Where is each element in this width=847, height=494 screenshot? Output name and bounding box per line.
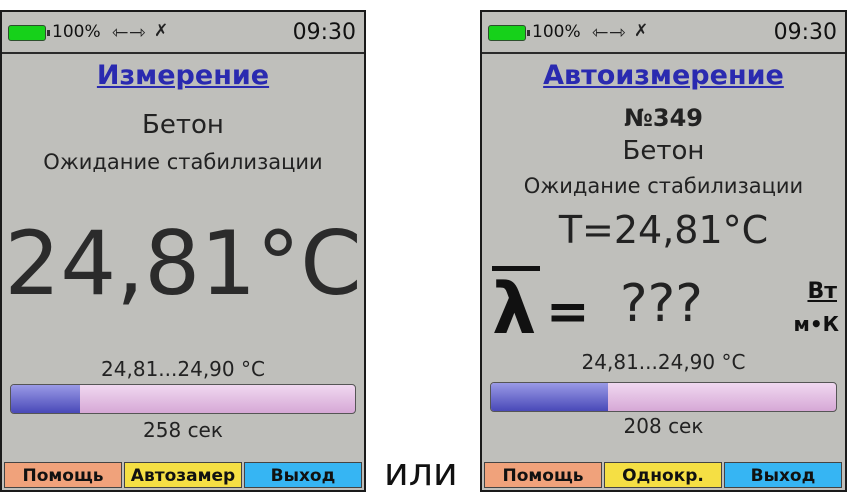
stabilization-progress: [10, 384, 356, 414]
stabilization-progress: [490, 382, 837, 412]
clock: 09:30: [773, 20, 837, 45]
temperature-readout: T=24,81°C: [558, 208, 769, 252]
antenna-icon: ✗: [154, 21, 169, 41]
status-text: Ожидание стабилизации: [523, 174, 804, 198]
conductivity-value: ???: [620, 274, 703, 334]
status-bar: 100% ⇽⇾ ✗ 09:30: [2, 12, 364, 54]
usb-icon: ⇽⇾: [592, 20, 626, 44]
progress-fill: [491, 383, 609, 411]
material-label: Бетон: [142, 110, 224, 140]
screen-title: Автоизмерение: [543, 60, 784, 91]
antenna-icon: ✗: [634, 21, 649, 41]
exit-button[interactable]: Выход: [724, 462, 842, 488]
progress-fill: [11, 385, 80, 413]
temperature-range: 24,81...24,90 °C: [581, 350, 746, 374]
auto-measurement-screen: 100% ⇽⇾ ✗ 09:30 Автоизмерение №349 Бетон…: [480, 10, 847, 492]
status-text: Ожидание стабилизации: [43, 150, 323, 174]
separator-text: или: [384, 450, 458, 494]
measurement-number: №349: [624, 104, 703, 132]
softkey-bar: Помощь Однокр. Выход: [482, 458, 845, 490]
unit-denominator: м•К: [793, 312, 839, 336]
auto-measure-button[interactable]: Автозамер: [124, 462, 242, 488]
status-bar: 100% ⇽⇾ ✗ 09:30: [482, 12, 845, 54]
seconds-counter: 258 сек: [143, 418, 223, 442]
lambda-symbol: λ =: [492, 266, 590, 356]
temperature-range: 24,81...24,90 °C: [101, 357, 265, 381]
lambda-letter: λ: [492, 268, 537, 350]
help-button[interactable]: Помощь: [484, 462, 602, 488]
usb-icon: ⇽⇾: [112, 20, 146, 44]
measurement-screen: 100% ⇽⇾ ✗ 09:30 Измерение Бетон Ожидание…: [0, 10, 366, 492]
temperature-readout: 24,81°C: [4, 212, 362, 315]
exit-button[interactable]: Выход: [244, 462, 362, 488]
help-button[interactable]: Помощь: [4, 462, 122, 488]
screen-title: Измерение: [96, 60, 270, 91]
battery-level: 100%: [532, 22, 581, 42]
unit-numerator: Вт: [807, 279, 837, 304]
equals-sign: =: [546, 282, 590, 342]
battery-level: 100%: [52, 22, 101, 42]
battery-icon: [488, 25, 530, 41]
clock: 09:30: [292, 20, 356, 45]
seconds-counter: 208 сек: [623, 414, 704, 438]
material-label: Бетон: [622, 136, 705, 166]
battery-icon: [8, 25, 50, 41]
single-measure-button[interactable]: Однокр.: [604, 462, 722, 488]
softkey-bar: Помощь Автозамер Выход: [2, 458, 364, 490]
